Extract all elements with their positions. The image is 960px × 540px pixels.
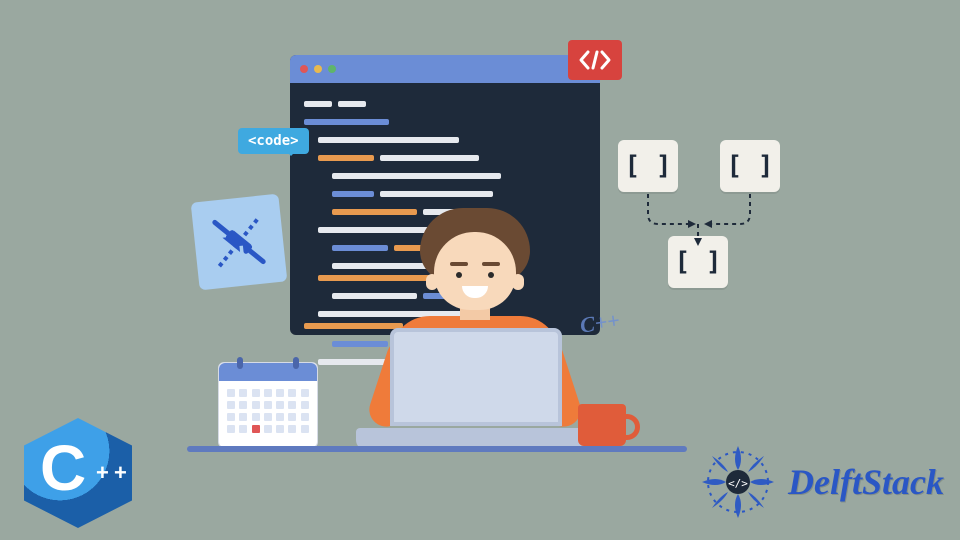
desk bbox=[187, 446, 687, 452]
calendar bbox=[218, 362, 318, 448]
mandala-icon: </> bbox=[698, 442, 778, 522]
coffee-mug bbox=[578, 404, 626, 446]
eye-left bbox=[456, 272, 462, 278]
cpp-logo: C + + bbox=[18, 418, 138, 528]
bracket-card-top-left: [ ] bbox=[618, 140, 678, 192]
calendar-accent-day bbox=[252, 425, 260, 433]
cpp-plus-2: + bbox=[114, 462, 127, 484]
window-dot-red bbox=[300, 65, 308, 73]
bracket-card-top-right: [ ] bbox=[720, 140, 780, 192]
bracket-text: [ ] bbox=[675, 249, 722, 275]
merge-arrows-tile bbox=[191, 194, 288, 291]
bracket-text: [ ] bbox=[625, 153, 672, 179]
bracket-text: [ ] bbox=[727, 153, 774, 179]
ear-right bbox=[512, 274, 524, 290]
calendar-grid bbox=[219, 381, 317, 441]
window-dot-yellow bbox=[314, 65, 322, 73]
laptop-screen bbox=[390, 328, 562, 426]
editor-titlebar bbox=[290, 55, 600, 83]
cpp-plus-1: + bbox=[96, 462, 109, 484]
code-tag-badge bbox=[568, 40, 622, 80]
ear-left bbox=[426, 274, 438, 290]
tree-connector bbox=[610, 190, 790, 250]
window-dot-green bbox=[328, 65, 336, 73]
arrows-in-icon bbox=[206, 209, 272, 275]
brow-right bbox=[482, 262, 500, 266]
delftstack-logo: </> DelftStack bbox=[698, 442, 944, 522]
calendar-header bbox=[219, 363, 317, 381]
code-bubble: <code> bbox=[238, 128, 309, 154]
bracket-tree: [ ] [ ] [ ] bbox=[610, 140, 790, 300]
cpp-letter: C bbox=[40, 436, 86, 500]
eye-right bbox=[488, 272, 494, 278]
code-slash-icon bbox=[578, 49, 612, 71]
face bbox=[434, 232, 516, 310]
mouth bbox=[462, 286, 488, 298]
delftstack-wordmark: DelftStack bbox=[788, 464, 944, 500]
code-bubble-text: <code> bbox=[248, 133, 299, 149]
brow-left bbox=[450, 262, 468, 266]
illustration-stage: <code> [ ] [ ] [ ] C ++ bbox=[0, 0, 960, 540]
svg-text:</>: </> bbox=[728, 477, 748, 490]
laptop bbox=[356, 328, 596, 450]
